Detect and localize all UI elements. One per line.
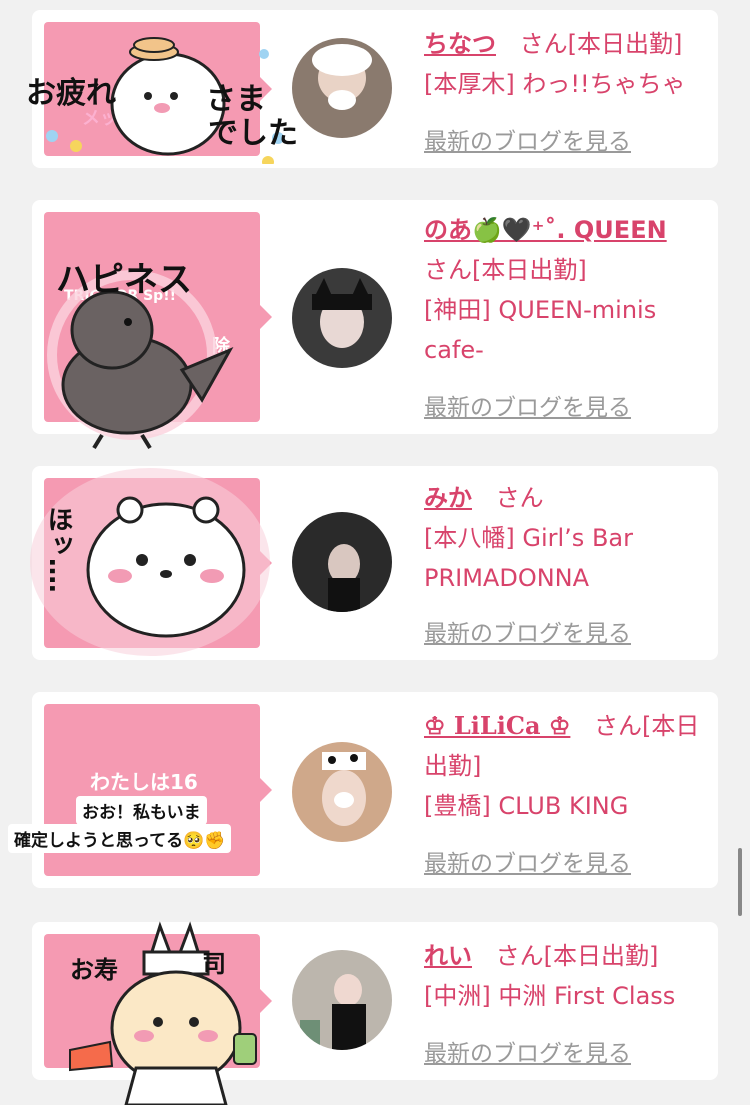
status-label: [本日出勤]	[567, 30, 683, 58]
therapist-name[interactable]: みか	[424, 484, 472, 512]
honorific: さん	[594, 712, 643, 740]
avatar[interactable]	[292, 950, 392, 1050]
therapist-card[interactable]: ほッ‥‥ みか さん [本八幡] Girl’s Bar PRIMADONNA 最…	[30, 466, 718, 660]
thumb-arrow	[260, 778, 272, 802]
therapist-card[interactable]: メッ お疲れ さま でした ちなつ さん[本日出勤] [本厚木] わっ!!ちゃち…	[26, 10, 718, 168]
sticker-word: お寿	[70, 956, 118, 984]
avatar[interactable]	[292, 38, 392, 138]
chat-bubble: おお！私もいま	[76, 796, 207, 825]
avatar[interactable]	[292, 268, 392, 368]
thumb-arrow	[260, 305, 272, 329]
status-label: [本日出勤]	[472, 256, 587, 284]
sticker-word: でした	[208, 116, 298, 151]
blog-link[interactable]: 最新のブログを見る	[424, 1034, 631, 1068]
blog-link[interactable]: 最新のブログを見る	[424, 122, 631, 156]
blog-link[interactable]: 最新のブログを見る	[424, 614, 631, 648]
honorific: さん	[495, 942, 544, 970]
area-label: [本八幡]	[424, 524, 515, 552]
therapist-card[interactable]: TRICK OR Sp!! 除 ハピネス のあ🍏🖤⁺˚. QUEEN さん[本日…	[32, 200, 718, 450]
sushi-sticker	[69, 921, 257, 1105]
status-label: [本日出勤]	[543, 942, 659, 970]
therapist-name[interactable]: れい	[424, 942, 472, 970]
honorific: さん	[519, 30, 568, 58]
sticker-word: お疲れ	[26, 76, 116, 111]
area-label: [本厚木]	[424, 70, 515, 98]
shop-name: CLUB KING	[498, 792, 629, 820]
therapist-card[interactable]: お寿 司 れい さん[本日出勤] [中洲] 中洲 First Class 最新の…	[32, 921, 718, 1105]
honorific: さん	[495, 484, 544, 512]
sticker-word: 司	[202, 950, 226, 978]
area-label: [中洲]	[424, 982, 491, 1010]
thumb-text: わたしは16	[90, 770, 198, 794]
therapist-card[interactable]: わたしは16 おお！私もいま 確定しようと思ってる🥺✊ ♔ LiLiCa ♔ さ…	[8, 692, 718, 888]
avatar[interactable]	[292, 742, 392, 842]
area-label: [豊橋]	[424, 792, 491, 820]
therapist-name[interactable]: ♔ LiLiCa ♔	[424, 711, 570, 740]
area-label: [神田]	[424, 296, 491, 324]
blog-link[interactable]: 最新のブログを見る	[424, 388, 631, 422]
shop-name: わっ!!ちゃちゃ	[522, 70, 686, 98]
therapist-name[interactable]: のあ🍏🖤⁺˚. QUEEN	[424, 216, 667, 244]
scrollbar[interactable]	[738, 848, 742, 916]
honorific: さん	[424, 256, 472, 284]
avatar[interactable]	[292, 512, 392, 612]
sticker-word: ほッ‥‥	[43, 506, 73, 593]
shop-name: 中洲 First Class	[498, 982, 676, 1010]
sticker-word: ハピネス	[56, 260, 192, 300]
blog-link[interactable]: 最新のブログを見る	[424, 844, 631, 878]
therapist-name[interactable]: ちなつ	[424, 30, 496, 58]
chat-bubble: 確定しようと思ってる🥺✊	[8, 824, 232, 853]
